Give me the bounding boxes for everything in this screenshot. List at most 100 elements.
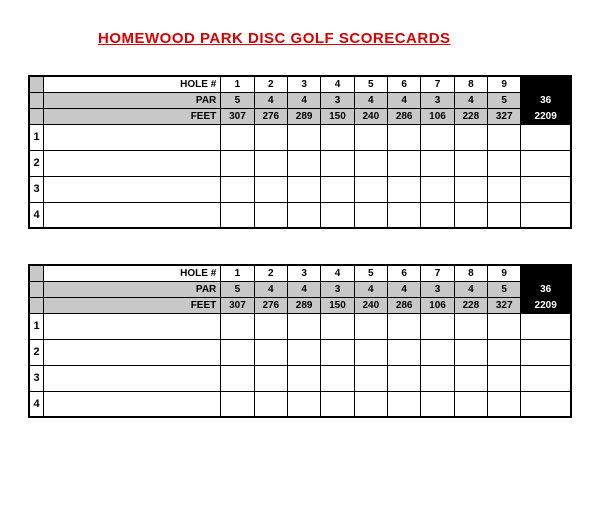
player-name-cell[interactable] [44,150,221,176]
hole-label: HOLE # [44,76,221,92]
score-cell[interactable] [321,202,354,228]
score-cell[interactable] [454,176,487,202]
score-cell[interactable] [387,202,420,228]
score-cell[interactable] [421,150,454,176]
par-val: 5 [488,92,521,108]
score-cell[interactable] [488,202,521,228]
score-cell[interactable] [287,313,320,339]
feet-val: 307 [221,108,254,124]
score-cell[interactable] [321,391,354,417]
player-total-cell[interactable] [521,124,571,150]
hole-num: 3 [287,265,320,281]
feet-val: 106 [421,108,454,124]
score-cell[interactable] [387,365,420,391]
player-name-cell[interactable] [44,176,221,202]
player-name-cell[interactable] [44,391,221,417]
score-cell[interactable] [387,391,420,417]
score-cell[interactable] [454,150,487,176]
score-cell[interactable] [221,391,254,417]
score-cell[interactable] [254,391,287,417]
score-cell[interactable] [321,124,354,150]
score-cell[interactable] [221,365,254,391]
score-cell[interactable] [387,339,420,365]
score-cell[interactable] [354,124,387,150]
feet-label: FEET [44,297,221,313]
player-total-cell[interactable] [521,391,571,417]
score-cell[interactable] [387,176,420,202]
score-cell[interactable] [354,176,387,202]
player-name-cell[interactable] [44,124,221,150]
score-cell[interactable] [321,176,354,202]
feet-val: 276 [254,297,287,313]
player-name-cell[interactable] [44,313,221,339]
score-cell[interactable] [454,365,487,391]
score-cell[interactable] [287,124,320,150]
player-name-cell[interactable] [44,339,221,365]
score-cell[interactable] [488,176,521,202]
score-cell[interactable] [254,150,287,176]
score-cell[interactable] [321,313,354,339]
score-cell[interactable] [488,365,521,391]
score-cell[interactable] [254,176,287,202]
score-cell[interactable] [488,339,521,365]
player-total-cell[interactable] [521,339,571,365]
score-cell[interactable] [387,150,420,176]
score-cell[interactable] [488,150,521,176]
score-cell[interactable] [421,176,454,202]
score-cell[interactable] [454,202,487,228]
score-cell[interactable] [321,150,354,176]
score-cell[interactable] [421,124,454,150]
score-cell[interactable] [454,339,487,365]
score-cell[interactable] [254,124,287,150]
score-cell[interactable] [221,150,254,176]
player-total-cell[interactable] [521,313,571,339]
score-cell[interactable] [221,202,254,228]
score-cell[interactable] [254,339,287,365]
score-cell[interactable] [287,391,320,417]
score-cell[interactable] [354,339,387,365]
score-cell[interactable] [354,313,387,339]
hole-num: 1 [221,76,254,92]
score-cell[interactable] [287,176,320,202]
player-name-cell[interactable] [44,365,221,391]
score-cell[interactable] [421,339,454,365]
score-cell[interactable] [421,202,454,228]
score-cell[interactable] [488,391,521,417]
score-cell[interactable] [488,124,521,150]
score-cell[interactable] [387,313,420,339]
score-cell[interactable] [254,365,287,391]
score-cell[interactable] [221,313,254,339]
score-cell[interactable] [354,150,387,176]
score-cell[interactable] [321,339,354,365]
player-name-cell[interactable] [44,202,221,228]
score-cell[interactable] [421,313,454,339]
feet-val: 289 [287,108,320,124]
score-cell[interactable] [221,176,254,202]
score-cell[interactable] [221,339,254,365]
score-cell[interactable] [354,365,387,391]
score-cell[interactable] [354,391,387,417]
score-cell[interactable] [421,365,454,391]
score-cell[interactable] [287,150,320,176]
player-total-cell[interactable] [521,202,571,228]
score-cell[interactable] [254,202,287,228]
score-cell[interactable] [287,365,320,391]
score-cell[interactable] [421,391,454,417]
score-cell[interactable] [454,124,487,150]
score-cell[interactable] [221,124,254,150]
player-num: 2 [29,150,44,176]
score-cell[interactable] [454,313,487,339]
score-cell[interactable] [454,391,487,417]
player-total-cell[interactable] [521,150,571,176]
score-cell[interactable] [387,124,420,150]
par-val: 5 [221,92,254,108]
player-total-cell[interactable] [521,365,571,391]
score-cell[interactable] [488,313,521,339]
player-total-cell[interactable] [521,176,571,202]
score-cell[interactable] [287,339,320,365]
score-cell[interactable] [321,365,354,391]
score-cell[interactable] [354,202,387,228]
feet-val: 240 [354,108,387,124]
score-cell[interactable] [254,313,287,339]
score-cell[interactable] [287,202,320,228]
